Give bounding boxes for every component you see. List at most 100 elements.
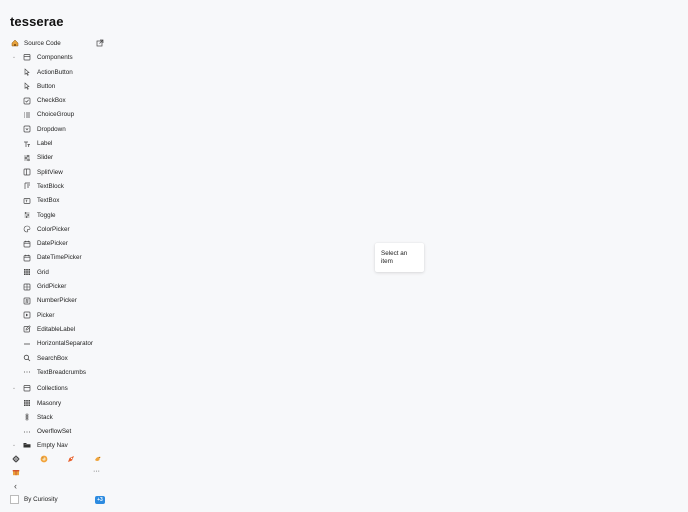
chevron-down-icon[interactable]: ⌄ (11, 385, 17, 391)
folder-icon (23, 441, 31, 449)
sidebar-item-choicegroup[interactable]: ChoiceGroup (0, 108, 112, 122)
sidebar-item-searchbox[interactable]: SearchBox (0, 351, 112, 365)
textbox-icon (23, 197, 31, 205)
sidebar-item-label: OverflowSet (37, 428, 72, 436)
edit-icon (23, 325, 31, 333)
dots-icon (23, 368, 31, 376)
sidebar-item-textblock[interactable]: TextBlock (0, 179, 112, 193)
app-title: tesserae (10, 14, 64, 29)
placeholder-text-line-1: Select an (381, 250, 408, 257)
sidebar-item-datetimepicker[interactable]: DateTimePicker (0, 251, 112, 265)
separator-icon (23, 340, 31, 348)
sidebar-item-label: CheckBox (37, 97, 66, 105)
sidebar-item-label: NumberPicker (37, 297, 77, 305)
sidebar-group-components[interactable]: ⌄ Components (0, 50, 112, 64)
sidebar-item-label: DatePicker (37, 240, 68, 248)
sidebar-item-splitview[interactable]: SplitView (0, 165, 112, 179)
chevron-down-icon[interactable]: ⌄ (11, 54, 17, 60)
count-badge: +3 (95, 496, 105, 504)
sidebar-item-label: GridPicker (37, 283, 67, 290)
sidebar-item-label: HorizontalSeparator (37, 340, 94, 348)
sidebar-item-label: SearchBox (37, 354, 68, 362)
sticker-icon[interactable] (39, 454, 48, 463)
box-icon (23, 384, 31, 392)
chevron-left-icon[interactable]: ‹ (11, 481, 20, 491)
sidebar-group-label: Collections (37, 384, 68, 392)
sidebar-item-actionbutton[interactable]: ActionButton (0, 65, 112, 79)
calendar-icon (23, 240, 31, 248)
sidebar-item-textbox[interactable]: TextBox (0, 194, 112, 208)
sidebar-item-label: Button (37, 82, 56, 90)
sidebar-item-editablelabel[interactable]: EditableLabel (0, 322, 112, 336)
bird-icon[interactable] (93, 454, 102, 463)
paragraph-icon (23, 182, 31, 190)
sidebar-item-label: Dropdown (37, 125, 66, 133)
sidebar-item-label: ColorPicker (37, 225, 70, 233)
quick-actions-row-2: ··· (0, 467, 112, 479)
sidebar-item-label: TextBreadcrumbs (37, 368, 86, 376)
sidebar-item-gridpicker[interactable]: GridPicker (0, 280, 112, 294)
box-icon (23, 53, 31, 61)
sliders-icon (23, 154, 31, 162)
cursor-icon (23, 68, 31, 76)
sidebar-item-label: Stack (37, 413, 53, 421)
gift-icon[interactable] (11, 467, 20, 476)
sidebar-group-label: Components (37, 53, 73, 61)
sidebar-item-numberpicker[interactable]: NumberPicker (0, 294, 112, 308)
sidebar-item-empty-nav[interactable]: ⌄ Empty Nav (0, 438, 112, 452)
sidebar-item-label: EditableLabel (37, 325, 76, 333)
sidebar-item-overflowset[interactable]: OverflowSet (0, 425, 112, 439)
sidebar-item-masonry[interactable]: Masonry (0, 396, 112, 410)
gridpicker-icon (23, 283, 31, 291)
avatar (10, 495, 19, 504)
search-icon (23, 354, 31, 362)
dots-icon (23, 428, 31, 436)
sidebar: tesserae Source Code ⌄ Components Action… (0, 0, 112, 512)
sidebar-item-label: ChoiceGroup (37, 111, 75, 119)
sidebar-item-textbreadcrumbs[interactable]: TextBreadcrumbs (0, 365, 112, 379)
house-icon (11, 39, 19, 47)
grid-icon (23, 399, 31, 407)
sidebar-item-label: Masonry (37, 399, 62, 407)
sidebar-group-collections[interactable]: ⌄ Collections (0, 381, 112, 395)
sidebar-item-toggle[interactable]: Toggle (0, 208, 112, 222)
chevron-down-icon[interactable]: ⌄ (11, 442, 17, 448)
dropdown-icon (23, 125, 31, 133)
sidebar-item-grid[interactable]: Grid (0, 265, 112, 279)
sidebar-item-colorpicker[interactable]: ColorPicker (0, 222, 112, 236)
sidebar-item-source-code[interactable]: Source Code (0, 36, 112, 50)
sidebar-item-dropdown[interactable]: Dropdown (0, 122, 112, 136)
cursor-icon (23, 82, 31, 90)
grid-icon (23, 268, 31, 276)
sidebar-item-label: TextBox (37, 197, 60, 205)
sidebar-item-label: SplitView (37, 168, 63, 176)
sidebar-item-label: Source Code (24, 39, 61, 47)
picker-icon (23, 311, 31, 319)
split-icon (23, 168, 31, 176)
sidebar-item-label[interactable]: Label (0, 137, 112, 151)
sidebar-item-label: Picker (37, 311, 55, 319)
placeholder-card: Select an item (375, 243, 424, 272)
more-icon[interactable]: ··· (92, 467, 101, 476)
sidebar-footer[interactable]: By Curiosity +3 (0, 494, 112, 506)
gear-icon[interactable] (11, 454, 20, 463)
sidebar-item-datepicker[interactable]: DatePicker (0, 237, 112, 251)
text-icon (23, 140, 31, 148)
footer-label: By Curiosity (24, 496, 58, 503)
placeholder-text-line-2: item (381, 258, 393, 265)
sidebar-item-slider[interactable]: Slider (0, 151, 112, 165)
sidebar-item-label: Slider (37, 154, 54, 162)
sidebar-item-stack[interactable]: Stack (0, 410, 112, 424)
sidebar-item-label: TextBlock (37, 182, 64, 190)
sidebar-item-checkbox[interactable]: CheckBox (0, 94, 112, 108)
external-link-icon[interactable] (96, 39, 104, 47)
palette-icon (23, 225, 31, 233)
calendar-icon (23, 254, 31, 262)
checkbox-icon (23, 97, 31, 105)
sidebar-item-horizontalseparator[interactable]: HorizontalSeparator (0, 337, 112, 351)
sidebar-item-button[interactable]: Button (0, 79, 112, 93)
sidebar-item-picker[interactable]: Picker (0, 308, 112, 322)
sidebar-item-label: Empty Nav (37, 441, 68, 449)
list-icon (23, 111, 31, 119)
rocket-icon[interactable] (66, 454, 75, 463)
